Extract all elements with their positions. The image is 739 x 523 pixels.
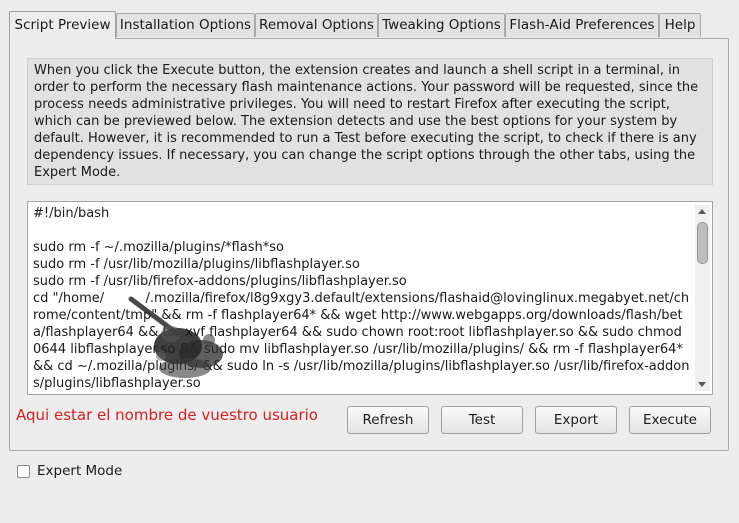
tab-help[interactable]: Help xyxy=(659,13,701,37)
tab-installation-options[interactable]: Installation Options xyxy=(116,13,255,37)
tab-removal-options[interactable]: Removal Options xyxy=(255,13,378,37)
tab-tweaking-options[interactable]: Tweaking Options xyxy=(378,13,505,37)
expert-mode-label: Expert Mode xyxy=(37,463,123,479)
tab-flash-aid-preferences[interactable]: Flash-Aid Preferences xyxy=(505,13,659,37)
export-button[interactable]: Export xyxy=(535,406,617,434)
username-smudge xyxy=(128,296,223,378)
username-annotation: Aqui estar el nombre de vuestro usuario xyxy=(16,406,318,424)
expert-mode-option[interactable]: Expert Mode xyxy=(17,462,122,480)
refresh-button[interactable]: Refresh xyxy=(347,406,429,434)
test-button[interactable]: Test xyxy=(441,406,523,434)
scroll-up-icon[interactable] xyxy=(698,209,706,214)
script-scrollbar[interactable] xyxy=(695,205,710,391)
description-text: When you click the Execute button, the e… xyxy=(27,58,713,185)
scroll-down-icon[interactable] xyxy=(698,382,706,387)
script-preview-panel: When you click the Execute button, the e… xyxy=(9,38,729,451)
script-preview-textarea[interactable]: #!/bin/bash sudo rm -f ~/.mozilla/plugin… xyxy=(27,201,713,395)
tab-script-preview[interactable]: Script Preview xyxy=(9,11,116,39)
execute-button[interactable]: Execute xyxy=(629,406,711,434)
expert-mode-checkbox[interactable] xyxy=(17,464,30,478)
scrollbar-thumb[interactable] xyxy=(697,222,708,264)
